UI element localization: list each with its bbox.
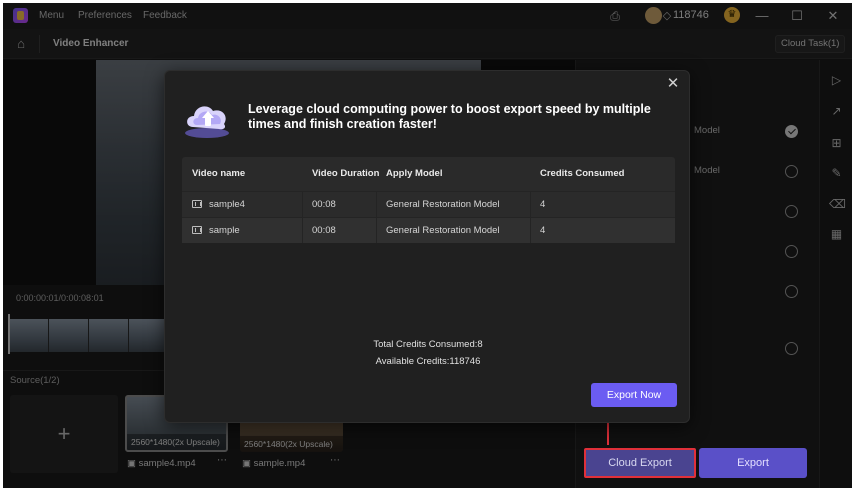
table-row: sample4 00:08 General Restoration Model … xyxy=(182,191,675,217)
table-header: Video name Video Duration Apply Model Cr… xyxy=(182,157,675,191)
export-button[interactable]: Export xyxy=(699,448,807,478)
dialog-heading: Leverage cloud computing power to boost … xyxy=(248,102,651,131)
cell-duration: 00:08 xyxy=(312,225,336,236)
film-icon xyxy=(192,226,202,234)
cell-duration: 00:08 xyxy=(312,199,336,210)
col-credits-consumed: Credits Consumed xyxy=(540,168,625,179)
app-window: Menu Preferences Feedback ⎙ ◇ 118746 ♛ —… xyxy=(3,3,852,488)
column-separator xyxy=(530,192,531,217)
cell-video-name: sample xyxy=(192,218,240,243)
film-icon xyxy=(192,200,202,208)
table-row: sample 00:08 General Restoration Model 4 xyxy=(182,217,675,243)
cell-credits: 4 xyxy=(540,199,546,210)
total-credits-consumed: Total Credits Consumed:8 xyxy=(373,339,483,350)
column-separator xyxy=(530,218,531,243)
available-credits: Available Credits:118746 xyxy=(375,356,481,367)
cloud-export-button[interactable]: Cloud Export xyxy=(584,448,696,478)
column-separator xyxy=(376,192,377,217)
column-separator xyxy=(376,218,377,243)
export-now-button[interactable]: Export Now xyxy=(591,383,677,407)
cell-model: General Restoration Model xyxy=(386,199,500,210)
export-table: Video name Video Duration Apply Model Cr… xyxy=(182,157,675,243)
cloud-upload-icon xyxy=(185,106,229,138)
col-video-name: Video name xyxy=(192,168,246,179)
cloud-export-dialog: ✕ Leverage cloud computing power to boos… xyxy=(164,70,690,423)
video-name-text: sample4 xyxy=(209,199,245,210)
close-icon[interactable]: ✕ xyxy=(665,76,681,92)
col-apply-model: Apply Model xyxy=(386,168,443,179)
column-separator xyxy=(302,192,303,217)
video-name-text: sample xyxy=(209,225,240,236)
cell-model: General Restoration Model xyxy=(386,225,500,236)
col-video-duration: Video Duration xyxy=(312,168,380,179)
cell-video-name: sample4 xyxy=(192,192,245,217)
cell-credits: 4 xyxy=(540,225,546,236)
column-separator xyxy=(302,218,303,243)
